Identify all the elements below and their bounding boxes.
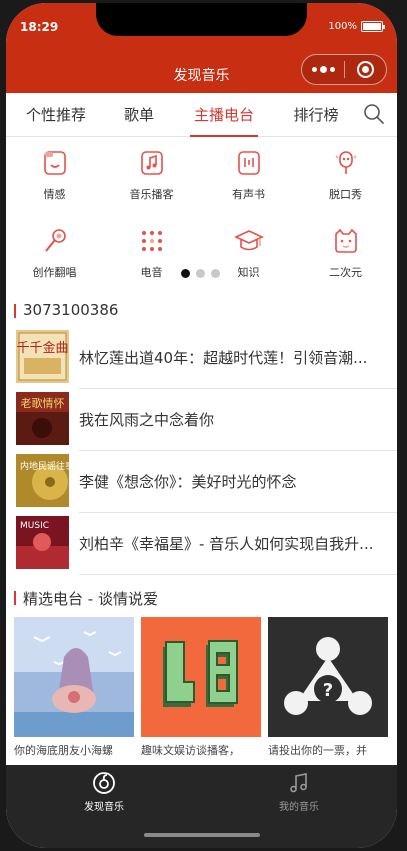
thumbnail-image: 内地民谣往事 xyxy=(16,454,69,507)
thumbnail-image: 千千金曲 xyxy=(16,330,69,383)
card-cover-image xyxy=(14,617,134,737)
music-podcast-icon xyxy=(140,151,163,175)
thumbnail-image: MUSIC xyxy=(16,516,69,569)
card-cover-image xyxy=(141,617,261,737)
thumbnail-image: 老歌情怀 xyxy=(16,392,69,445)
card-caption: 请投出你的一票，并 xyxy=(268,744,367,757)
category-talkshow[interactable]: 脱口秀 xyxy=(297,138,394,208)
card-caption: 趣味文娱访谈播客， xyxy=(141,744,240,757)
tab-playlists[interactable]: 歌单 xyxy=(120,93,158,137)
tab-charts[interactable]: 排行榜 xyxy=(288,93,344,137)
section-title-featured-radio: 精选电台 - 谈情说爱 xyxy=(14,588,158,609)
radio-card[interactable]: 你的海底朋友小海螺 xyxy=(14,617,134,759)
bottom-tab-label: 我的音乐 xyxy=(279,802,319,813)
search-icon[interactable] xyxy=(363,103,385,125)
status-bar: 18:29 100% xyxy=(6,3,397,51)
battery-indicator: 100% xyxy=(328,21,385,32)
mood-icon xyxy=(43,151,66,175)
more-menu-icon[interactable] xyxy=(302,65,344,73)
carousel-dot[interactable] xyxy=(181,269,190,278)
thumb-text: MUSIC xyxy=(20,521,49,531)
svg-text:?: ? xyxy=(323,680,333,701)
divider xyxy=(79,450,397,451)
discover-music-icon xyxy=(93,772,115,794)
my-music-icon xyxy=(290,773,307,793)
category-music-podcast[interactable]: 音乐播客 xyxy=(103,138,200,208)
graduation-cap-icon xyxy=(233,230,264,251)
list-item-title: 我在风雨之中念着你 xyxy=(79,411,215,429)
status-time: 18:29 xyxy=(20,20,59,34)
list-item[interactable]: 千千金曲 林忆莲出道40年：超越时代莲！引领音潮... xyxy=(16,330,397,392)
list-item[interactable]: MUSIC 刘柏辛《幸福星》- 音乐人如何实现自我升... xyxy=(16,516,397,578)
category-cover[interactable]: 创作翻唱 xyxy=(6,216,103,286)
bottom-tab-my-music[interactable]: 我的音乐 xyxy=(269,771,329,813)
audiobook-icon xyxy=(237,151,260,175)
close-miniprogram-icon[interactable] xyxy=(345,61,386,78)
radio-card[interactable]: ? 请投出你的一票，并 xyxy=(268,617,388,759)
anime-cat-icon xyxy=(334,228,357,253)
tab-radio[interactable]: 主播电台 xyxy=(190,93,258,137)
bottom-tab-discover[interactable]: 发现音乐 xyxy=(74,771,134,813)
list-item[interactable]: 内地民谣往事 李健《想念你》：美好时光的怀念 xyxy=(16,454,397,516)
nav-bar: 发现音乐 xyxy=(6,51,397,93)
card-cover-image: ? xyxy=(268,617,388,737)
category-audiobook[interactable]: 有声书 xyxy=(200,138,297,208)
divider xyxy=(79,574,397,575)
list-item-title: 刘柏辛《幸福星》- 音乐人如何实现自我升... xyxy=(79,535,374,553)
notch xyxy=(96,3,307,36)
carousel-dot[interactable] xyxy=(211,269,220,278)
phone-screen: 18:29 100% 发现音乐 个性推荐 歌单 主播电台 排行榜 情感 音乐播客… xyxy=(6,3,397,848)
section-title-radio-list: 3073100386 xyxy=(14,301,118,319)
list-item[interactable]: 老歌情怀 我在风雨之中念着你 xyxy=(16,392,397,454)
thumb-text: 千千金曲 xyxy=(16,340,68,356)
cover-mic-icon xyxy=(44,229,66,252)
top-tabs: 个性推荐 歌单 主播电台 排行榜 xyxy=(6,93,397,137)
thumb-text: 内地民谣往事 xyxy=(20,460,69,472)
category-emotion[interactable]: 情感 xyxy=(6,138,103,208)
category-grid: 情感 音乐播客 有声书 脱口秀 创作翻唱 电音 知识 二次元 xyxy=(6,138,397,288)
battery-text: 100% xyxy=(328,21,357,32)
divider xyxy=(79,388,397,389)
list-item-title: 林忆莲出道40年：超越时代莲！引领音潮... xyxy=(79,349,368,367)
talkshow-mic-icon xyxy=(334,151,357,174)
category-anime[interactable]: 二次元 xyxy=(297,216,394,286)
radio-card[interactable]: 趣味文娱访谈播客， xyxy=(141,617,261,759)
electronic-dots-icon xyxy=(141,231,162,251)
home-indicator xyxy=(144,833,260,837)
list-item-title: 李健《想念你》：美好时光的怀念 xyxy=(79,473,297,491)
miniprogram-capsule xyxy=(301,54,387,85)
battery-icon xyxy=(361,21,385,32)
carousel-dot[interactable] xyxy=(196,269,205,278)
bottom-tab-label: 发现音乐 xyxy=(84,802,124,813)
tab-recommend[interactable]: 个性推荐 xyxy=(22,93,90,137)
thumb-text: 老歌情怀 xyxy=(21,396,65,410)
carousel-dots xyxy=(181,269,220,278)
divider xyxy=(79,512,397,513)
card-caption: 你的海底朋友小海螺 xyxy=(14,744,113,757)
